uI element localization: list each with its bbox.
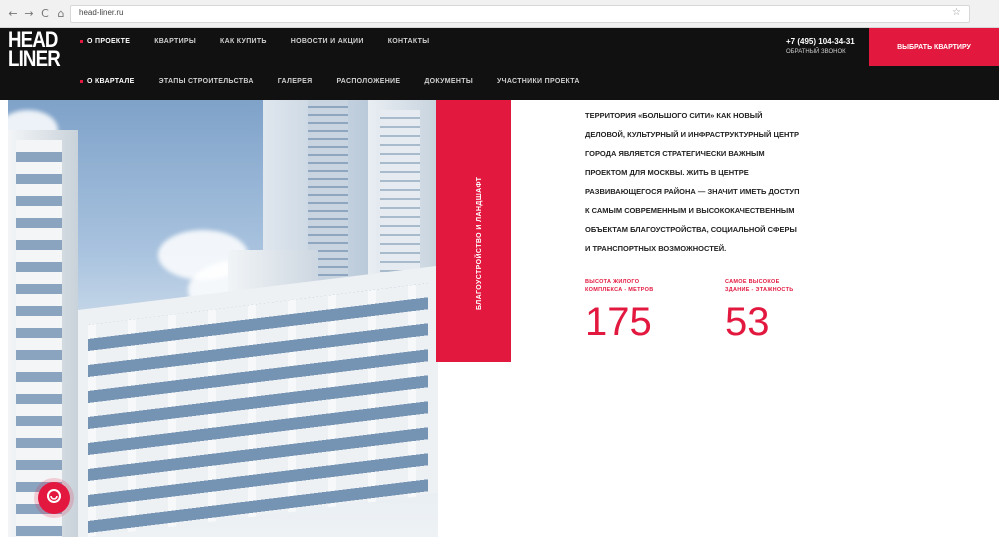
- site-header: HEAD LINER О ПРОЕКТЕ КВАРТИРЫ КАК КУПИТЬ…: [0, 28, 999, 100]
- paragraph-line: ДЕЛОВОЙ, КУЛЬТУРНЫЙ И ИНФРАСТРУКТУРНЫЙ Ц…: [585, 130, 799, 139]
- url-text: head-liner.ru: [79, 8, 124, 17]
- address-bar[interactable]: head-liner.ru ☆: [70, 5, 970, 23]
- chat-button[interactable]: [38, 482, 70, 514]
- home-icon[interactable]: ⌂: [54, 7, 68, 21]
- stat-label: САМОЕ ВЫСОКОЕ: [725, 279, 780, 285]
- subnav-item-participants[interactable]: УЧАСТНИКИ ПРОЕКТА: [497, 78, 580, 85]
- landscape-section-tab[interactable]: БЛАГОУСТРОЙСТВО И ЛАНДШАФТ: [436, 100, 511, 362]
- main-content: БЛАГОУСТРОЙСТВО И ЛАНДШАФТ ТЕРРИТОРИЯ «Б…: [0, 100, 999, 537]
- paragraph-line: РАЗВИВАЮЩЕГОСЯ РАЙОНА — ЗНАЧИТ ИМЕТЬ ДОС…: [585, 187, 800, 196]
- paragraph-line: И ТРАНСПОРТНЫХ ВОЗМОЖНОСТЕЙ.: [585, 244, 727, 253]
- description-paragraph: ТЕРРИТОРИЯ «БОЛЬШОГО СИТИ» КАК НОВЫЙ ДЕЛ…: [585, 106, 885, 258]
- nav-item-how-to-buy[interactable]: КАК КУПИТЬ: [220, 38, 267, 45]
- nav-item-apartments[interactable]: КВАРТИРЫ: [154, 38, 196, 45]
- sub-nav: О КВАРТАЛЕ ЭТАПЫ СТРОИТЕЛЬСТВА ГАЛЕРЕЯ Р…: [80, 78, 604, 85]
- nav-item-contacts[interactable]: КОНТАКТЫ: [388, 38, 430, 45]
- stat-value: 175: [585, 300, 652, 344]
- stat-value: 53: [725, 300, 770, 344]
- forward-icon[interactable]: →: [22, 7, 36, 21]
- stat-height: ВЫСОТА ЖИЛОГО КОМПЛЕКСА - МЕТРОВ 175: [585, 278, 654, 342]
- hero-image: [8, 100, 438, 537]
- logo[interactable]: HEAD LINER: [8, 29, 70, 94]
- phone-number[interactable]: +7 (495) 104-34-31: [786, 37, 855, 46]
- chat-icon: [46, 488, 62, 509]
- stat-label: ЗДАНИЕ - ЭТАЖНОСТЬ: [725, 287, 794, 293]
- paragraph-line: ГОРОДА ЯВЛЯЕТСЯ СТРАТЕГИЧЕСКИ ВАЖНЫМ: [585, 149, 765, 158]
- subnav-item-quarter[interactable]: О КВАРТАЛЕ: [80, 78, 135, 85]
- browser-toolbar: ← → C ⌂ head-liner.ru ☆: [0, 0, 999, 28]
- stat-label: КОМПЛЕКСА - МЕТРОВ: [585, 287, 654, 293]
- stat-floors: САМОЕ ВЫСОКОЕ ЗДАНИЕ - ЭТАЖНОСТЬ 53: [725, 278, 793, 342]
- paragraph-line: ОБЪЕКТАМ БЛАГОУСТРОЙСТВА, СОЦИАЛЬНОЙ СФЕ…: [585, 225, 797, 234]
- paragraph-line: ПРОЕКТОМ ДЛЯ МОСКВЫ. ЖИТЬ В ЦЕНТРЕ: [585, 168, 749, 177]
- nav-item-about[interactable]: О ПРОЕКТЕ: [80, 38, 130, 45]
- subnav-item-documents[interactable]: ДОКУМЕНТЫ: [424, 78, 473, 85]
- callback-link[interactable]: ОБРАТНЫЙ ЗВОНОК: [786, 49, 855, 55]
- subnav-item-construction[interactable]: ЭТАПЫ СТРОИТЕЛЬСТВА: [159, 78, 254, 85]
- logo-line: LINER: [8, 46, 61, 71]
- back-icon[interactable]: ←: [6, 7, 20, 21]
- bookmark-star-icon[interactable]: ☆: [952, 7, 961, 18]
- main-nav: О ПРОЕКТЕ КВАРТИРЫ КАК КУПИТЬ НОВОСТИ И …: [80, 38, 453, 45]
- reload-icon[interactable]: C: [38, 7, 52, 21]
- paragraph-line: ТЕРРИТОРИЯ «БОЛЬШОГО СИТИ» КАК НОВЫЙ: [585, 111, 763, 120]
- subnav-item-location[interactable]: РАСПОЛОЖЕНИЕ: [336, 78, 400, 85]
- stat-label: ВЫСОТА ЖИЛОГО: [585, 279, 640, 285]
- nav-item-news[interactable]: НОВОСТИ И АКЦИИ: [291, 38, 364, 45]
- landscape-section-label: БЛАГОУСТРОЙСТВО И ЛАНДШАФТ: [476, 176, 483, 310]
- phone-block: +7 (495) 104-34-31 ОБРАТНЫЙ ЗВОНОК: [786, 37, 855, 55]
- paragraph-line: К САМЫМ СОВРЕМЕННЫМ И ВЫСОКОКАЧЕСТВЕННЫМ: [585, 206, 795, 215]
- subnav-item-gallery[interactable]: ГАЛЕРЕЯ: [278, 78, 313, 85]
- choose-apartment-button[interactable]: ВЫБРАТЬ КВАРТИРУ: [869, 28, 999, 66]
